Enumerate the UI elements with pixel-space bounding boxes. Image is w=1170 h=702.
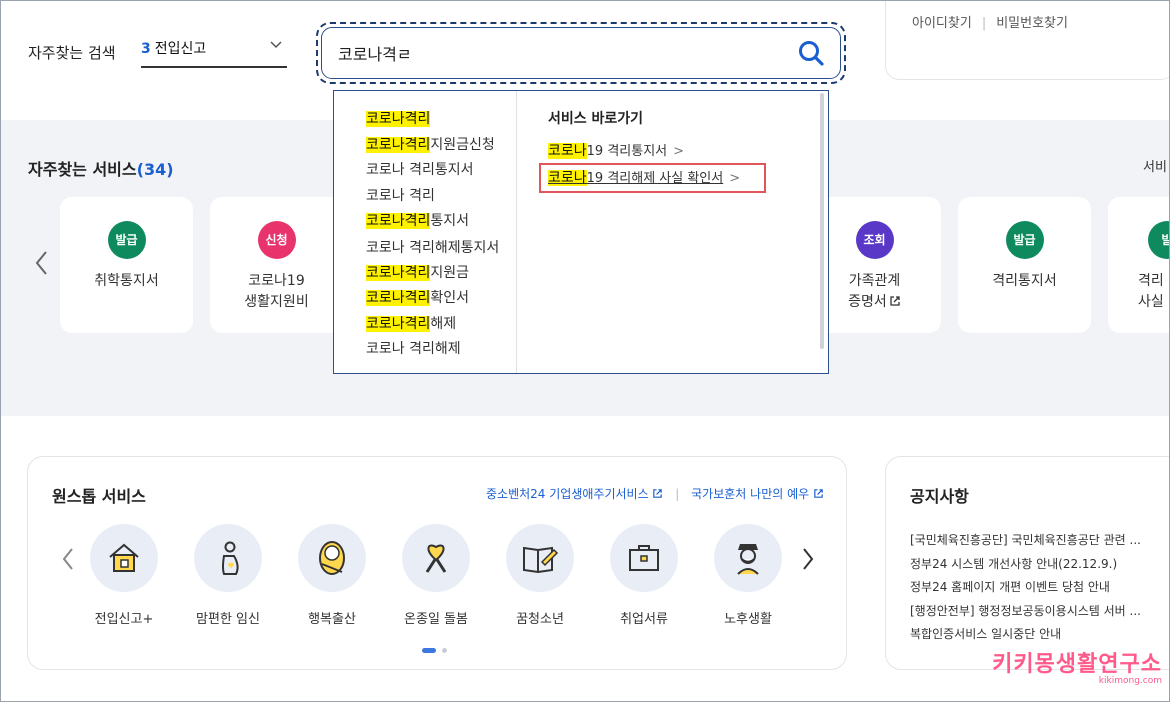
onestop-panel: 원스톱 서비스 중소벤처24 기업생애주기서비스 | 국가보훈처 나만의 예우 … [27, 456, 847, 670]
onestop-label: 전입신고+ [94, 612, 154, 627]
watermark: 키키몽생활연구소 kikimong.com [992, 652, 1162, 686]
find-password-link[interactable]: 비밀번호찾기 [996, 16, 1068, 31]
house-icon [90, 524, 158, 592]
frequent-select-number: 3 [141, 41, 151, 57]
suggestion-item[interactable]: 코로나 격리해제 [366, 337, 516, 363]
notice-list: [국민체육진흥공단] 국민체육진흥공단 관련 ... 정부24 시스템 개선사항… [910, 529, 1170, 647]
suggestion-item[interactable]: 코로나격리해제 [366, 312, 516, 338]
onestop-label: 취업서류 [620, 612, 668, 627]
suggestion-item[interactable]: 코로나 격리통지서 [366, 158, 516, 184]
frequent-services-title: 자주찾는 서비스(34) [28, 160, 174, 179]
service-name: 격리 사실 [1138, 273, 1164, 310]
suggestion-item[interactable]: 코로나 격리해제통지서 [366, 237, 506, 259]
onestop-label: 노후생활 [724, 612, 772, 627]
issue-badge: 발급 [107, 221, 146, 259]
notice-item[interactable]: 정부24 홈페이지 개편 이벤트 당첨 안내 [910, 576, 1170, 600]
pregnancy-icon [194, 524, 262, 592]
shortcut-link[interactable]: 코로나19 격리통지서 > [548, 138, 808, 165]
suggestion-item[interactable]: 코로나격리확인서 [366, 286, 516, 312]
briefcase-icon [610, 524, 678, 592]
frequent-select-text: 전입신고 [154, 41, 207, 57]
onestop-item[interactable]: 온종일 돌봄 [391, 524, 481, 627]
suggestion-item[interactable]: 코로나격리 [366, 107, 516, 133]
onestop-prev-icon[interactable] [60, 545, 76, 579]
veterans-link[interactable]: 국가보훈처 나만의 예우 [691, 487, 809, 501]
external-link-icon [652, 487, 663, 501]
chevron-down-icon [269, 38, 283, 56]
onestop-item[interactable]: 전입신고+ [79, 524, 169, 627]
inquiry-badge: 조회 [855, 221, 894, 259]
onestop-label: 온종일 돌봄 [404, 612, 468, 627]
search-input[interactable] [338, 40, 778, 66]
sme24-link[interactable]: 중소벤처24 기업생애주기서비스 [486, 487, 649, 501]
service-card[interactable]: 발급 취학통지서 [60, 197, 193, 333]
suggestion-list: 코로나격리 코로나격리지원금신청 코로나 격리통지서 코로나 격리 코로나격리통… [334, 91, 517, 373]
service-all-link[interactable]: 서비 [1143, 156, 1167, 175]
onestop-next-icon[interactable] [800, 545, 816, 579]
frequent-services-count: (34) [136, 160, 174, 179]
onestop-label: 꿈청소년 [516, 612, 564, 627]
notice-item[interactable]: 정부24 시스템 개선사항 안내(22.12.9.) [910, 553, 1170, 577]
service-card[interactable]: 발 격리 사실 [1108, 197, 1170, 333]
onestop-item[interactable]: 꿈청소년 [495, 524, 585, 627]
notice-item[interactable]: [국민체육진흥공단] 국민체육진흥공단 관련 ... [910, 529, 1170, 553]
notice-item[interactable]: 복합인증서비스 일시중단 안내 [910, 623, 1170, 647]
search-icon[interactable] [796, 38, 826, 68]
service-card[interactable]: 신청 코로나19 생활지원비 [210, 197, 343, 333]
dropdown-scrollbar[interactable] [820, 93, 824, 349]
carousel-dots [422, 640, 447, 659]
carousel-dot-active[interactable] [422, 648, 436, 653]
baby-icon [298, 524, 366, 592]
service-card[interactable]: 발급 격리통지서 [958, 197, 1091, 333]
elder-icon [714, 524, 782, 592]
external-link-icon [813, 487, 824, 501]
autocomplete-dropdown: 코로나격리 코로나격리지원금신청 코로나 격리통지서 코로나 격리 코로나격리통… [333, 90, 829, 374]
highlight-box [539, 163, 766, 193]
suggestion-item[interactable]: 코로나격리지원금 [366, 261, 516, 287]
frequent-search-select[interactable]: 3 전입신고 [141, 38, 287, 68]
find-id-link[interactable]: 아이디찾기 [912, 16, 972, 31]
suggestion-item[interactable]: 코로나격리지원금신청 [366, 133, 516, 159]
login-card: 아이디찾기 | 비밀번호찾기 [885, 0, 1170, 80]
book-icon [506, 524, 574, 592]
suggestion-item[interactable]: 코로나격리통지서 [366, 209, 516, 235]
chevron-right-icon: > [673, 144, 685, 159]
shortcut-title: 서비스 바로가기 [548, 111, 644, 127]
service-name: 코로나19 생활지원비 [244, 273, 309, 310]
apply-badge: 신청 [257, 221, 296, 259]
search-box [316, 22, 846, 84]
issue-badge: 발급 [1005, 221, 1044, 259]
onestop-label: 행복출산 [308, 612, 356, 627]
onestop-label: 맘편한 임신 [196, 612, 260, 627]
onestop-item[interactable]: 노후생활 [703, 524, 793, 627]
onestop-item[interactable]: 맘편한 임신 [183, 524, 273, 627]
carousel-prev-icon[interactable] [32, 248, 52, 284]
suggestion-item[interactable]: 코로나 격리 [366, 184, 516, 210]
notice-item[interactable]: [행정안전부] 행정정보공동이용시스템 서버 ... [910, 600, 1170, 624]
notice-panel: 공지사항 [국민체육진흥공단] 국민체육진흥공단 관련 ... 정부24 시스템… [885, 456, 1170, 670]
carousel-dot[interactable] [442, 648, 447, 653]
onestop-title: 원스톱 서비스 [52, 487, 146, 506]
service-name: 격리통지서 [992, 273, 1057, 289]
external-link-icon [887, 294, 901, 310]
ribbon-icon [402, 524, 470, 592]
frequent-search-label: 자주찾는 검색 [28, 44, 116, 62]
notice-title: 공지사항 [910, 487, 969, 506]
issue-badge: 발 [1148, 221, 1170, 259]
onestop-links: 중소벤처24 기업생애주기서비스 | 국가보훈처 나만의 예우 [486, 485, 824, 502]
service-name: 취학통지서 [94, 273, 159, 289]
onestop-item[interactable]: 행복출산 [287, 524, 377, 627]
onestop-item[interactable]: 취업서류 [599, 524, 689, 627]
